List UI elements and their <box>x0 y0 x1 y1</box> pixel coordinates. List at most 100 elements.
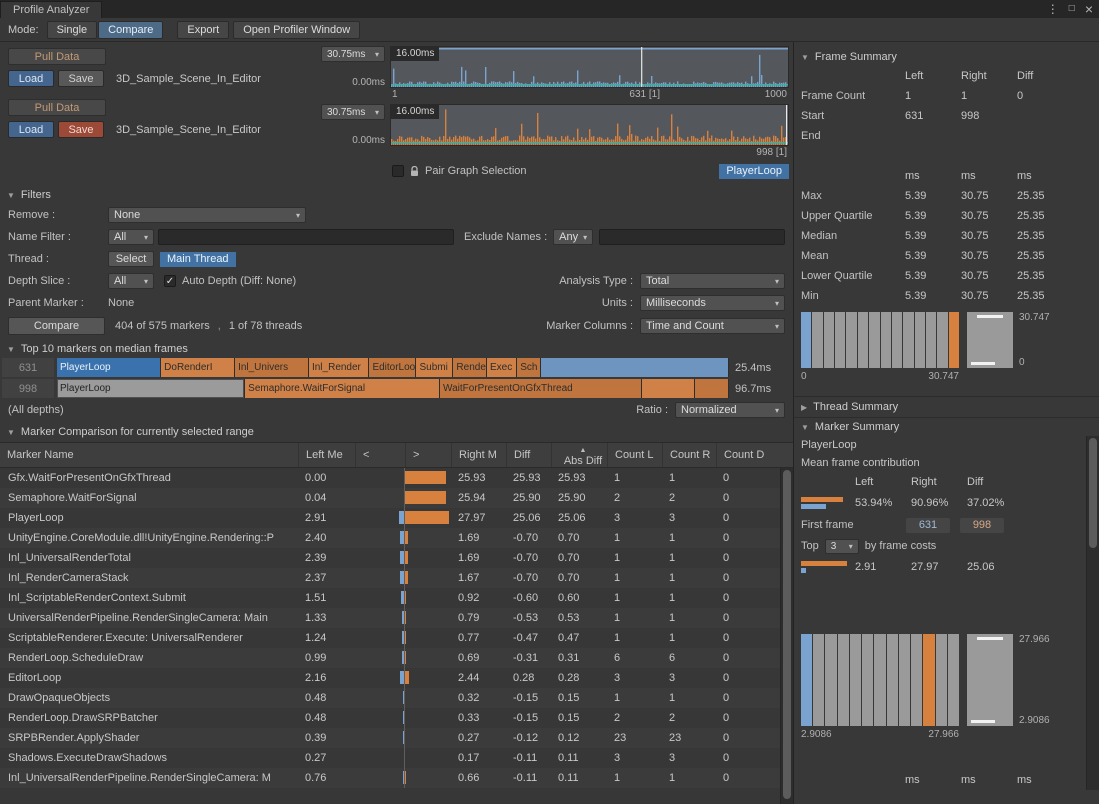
load-left-button[interactable]: Load <box>8 70 54 87</box>
top10-title[interactable]: ▼ Top 10 markers on median frames <box>0 340 793 358</box>
table-row[interactable]: Gfx.WaitForPresentOnGfxThread0.0025.9325… <box>0 468 793 488</box>
table-row[interactable]: Shadows.ExecuteDrawShadows0.270.17-0.110… <box>0 748 793 768</box>
cell-right-bar <box>405 588 451 608</box>
cell-left-bar <box>355 508 405 528</box>
marker-comparison-section: ▼ Marker Comparison for currently select… <box>0 422 793 804</box>
column-header-count-right[interactable]: Count R <box>662 443 716 467</box>
close-icon[interactable]: × <box>1085 1 1093 17</box>
depth-slice-dropdown[interactable]: All ▾ <box>108 273 154 289</box>
mode-single-button[interactable]: Single <box>47 21 98 39</box>
top10-segment[interactable]: WaitForPresentOnGfxThread <box>440 379 642 398</box>
save-right-button[interactable]: Save <box>58 121 104 138</box>
marker-summary-title[interactable]: ▼ Marker Summary <box>794 418 1099 436</box>
ratio-dropdown[interactable]: Normalized ▾ <box>675 402 785 418</box>
top10-segment[interactable]: Rende <box>453 358 487 377</box>
left-graph-canvas[interactable]: 16.00ms <box>390 46 789 88</box>
histogram-bar <box>937 312 947 368</box>
name-filter-mode-dropdown[interactable]: All ▾ <box>108 229 154 245</box>
pull-data-right-button[interactable]: Pull Data <box>8 99 106 116</box>
window-menu-icon[interactable]: ⋮ <box>1047 1 1059 17</box>
exclude-mode-dropdown[interactable]: Any ▾ <box>553 229 593 245</box>
top10-segment[interactable]: Inl_Univers <box>235 358 309 377</box>
table-row[interactable]: ScriptableRenderer.Execute: UniversalRen… <box>0 628 793 648</box>
table-row[interactable]: DrawOpaqueObjects0.480.32-0.150.15110 <box>0 688 793 708</box>
table-vertical-scrollbar[interactable] <box>780 468 793 804</box>
right-graph-canvas[interactable]: 16.00ms <box>390 104 789 146</box>
frame-costs-bar <box>801 561 855 573</box>
dropdown-value: 30.75ms <box>327 49 365 60</box>
depth-slice-label: Depth Slice : <box>8 275 108 287</box>
top10-segment[interactable]: EditorLoo <box>369 358 416 377</box>
exclude-names-input[interactable] <box>599 229 785 245</box>
cell-left-median: 0.99 <box>298 652 355 664</box>
compare-button[interactable]: Compare <box>8 317 105 335</box>
column-header-left[interactable]: Left Me <box>298 443 355 467</box>
analysis-type-dropdown[interactable]: Total ▾ <box>640 273 785 289</box>
scrollbar-thumb[interactable] <box>1089 438 1097 548</box>
top10-segment[interactable] <box>541 358 729 377</box>
table-row[interactable]: Inl_ScriptableRenderContext.Submit1.510.… <box>0 588 793 608</box>
left-dataset: Pull Data Load Save 3D_Sample_Scene_In_E… <box>6 48 304 87</box>
column-header-left-bar[interactable]: < <box>355 443 405 467</box>
table-row[interactable]: SRPBRender.ApplyShader0.390.27-0.120.122… <box>0 728 793 748</box>
table-row[interactable]: Inl_UniversalRenderPipeline.RenderSingle… <box>0 768 793 788</box>
auto-depth-checkbox[interactable]: ✓ <box>164 275 176 287</box>
cell-diff: -0.12 <box>506 732 551 744</box>
table-row[interactable]: RenderLoop.DrawSRPBatcher0.480.33-0.150.… <box>0 708 793 728</box>
load-right-button[interactable]: Load <box>8 121 54 138</box>
first-frame-right-button[interactable]: 998 <box>960 518 1004 533</box>
top10-segment[interactable]: PlayerLoop <box>57 379 245 398</box>
cell-marker-name: PlayerLoop <box>0 512 298 524</box>
top10-segment[interactable]: PlayerLoop <box>57 358 161 377</box>
summary-vertical-scrollbar[interactable] <box>1086 436 1099 790</box>
column-header-count-left[interactable]: Count L <box>607 443 662 467</box>
top10-segment[interactable]: Inl_Render <box>309 358 369 377</box>
top10-segment[interactable]: Semaphore.WaitForSignal <box>245 379 440 398</box>
table-row[interactable]: RenderLoop.ScheduleDraw0.990.69-0.310.31… <box>0 648 793 668</box>
top10-segment[interactable]: Exec <box>487 358 517 377</box>
column-header-right-bar[interactable]: > <box>405 443 451 467</box>
info-separator: , <box>218 320 221 332</box>
window-tab[interactable]: Profile Analyzer <box>0 1 102 18</box>
check-icon: ✓ <box>166 276 174 287</box>
top-n-dropdown[interactable]: 3 ▾ <box>825 539 859 554</box>
units-dropdown[interactable]: Milliseconds ▾ <box>640 295 785 311</box>
top10-segment[interactable] <box>642 379 696 398</box>
pair-graph-checkbox[interactable] <box>392 165 404 177</box>
thread-summary-title[interactable]: ▶ Thread Summary <box>794 396 1099 418</box>
table-row[interactable]: UniversalRenderPipeline.RenderSingleCame… <box>0 608 793 628</box>
column-header-abs-diff[interactable]: ▲ Abs Diff <box>551 443 607 467</box>
column-header-right[interactable]: Right M <box>451 443 506 467</box>
scrollbar-thumb[interactable] <box>783 470 791 799</box>
export-button[interactable]: Export <box>177 21 229 39</box>
maximize-icon[interactable]: □ <box>1069 1 1075 17</box>
top10-segment[interactable] <box>695 379 729 398</box>
top10-segment[interactable]: DoRenderI <box>161 358 235 377</box>
pull-data-left-button[interactable]: Pull Data <box>8 48 106 65</box>
mode-compare-button[interactable]: Compare <box>98 21 163 39</box>
name-filter-input[interactable] <box>158 229 454 245</box>
filters-title[interactable]: ▼ Filters <box>0 186 793 204</box>
top10-segment[interactable]: Submi <box>416 358 453 377</box>
top10-segment[interactable]: Sch <box>517 358 541 377</box>
table-row[interactable]: PlayerLoop2.9127.9725.0625.06330 <box>0 508 793 528</box>
table-row[interactable]: Inl_RenderCameraStack2.371.67-0.700.7011… <box>0 568 793 588</box>
right-graph-range-dropdown[interactable]: 30.75ms ▾ <box>321 104 385 120</box>
comparison-title[interactable]: ▼ Marker Comparison for currently select… <box>0 422 793 442</box>
column-header-name[interactable]: Marker Name <box>0 443 298 467</box>
marker-columns-dropdown[interactable]: Time and Count ▾ <box>640 318 785 334</box>
column-header-diff[interactable]: Diff <box>506 443 551 467</box>
open-profiler-button[interactable]: Open Profiler Window <box>233 21 360 39</box>
column-header-count-diff[interactable]: Count D <box>716 443 793 467</box>
boxplot-max-label: 30.747 <box>1019 312 1050 323</box>
frame-summary-title[interactable]: ▼ Frame Summary <box>794 48 1099 66</box>
remove-dropdown[interactable]: None ▾ <box>108 207 306 223</box>
first-frame-left-button[interactable]: 631 <box>906 518 950 533</box>
table-row[interactable]: EditorLoop2.162.440.280.28330 <box>0 668 793 688</box>
save-left-button[interactable]: Save <box>58 70 104 87</box>
thread-select-button[interactable]: Select <box>108 251 154 267</box>
table-row[interactable]: Inl_UniversalRenderTotal2.391.69-0.700.7… <box>0 548 793 568</box>
table-row[interactable]: UnityEngine.CoreModule.dll!UnityEngine.R… <box>0 528 793 548</box>
table-row[interactable]: Semaphore.WaitForSignal0.0425.9425.9025.… <box>0 488 793 508</box>
left-graph-range-dropdown[interactable]: 30.75ms ▾ <box>321 46 385 62</box>
